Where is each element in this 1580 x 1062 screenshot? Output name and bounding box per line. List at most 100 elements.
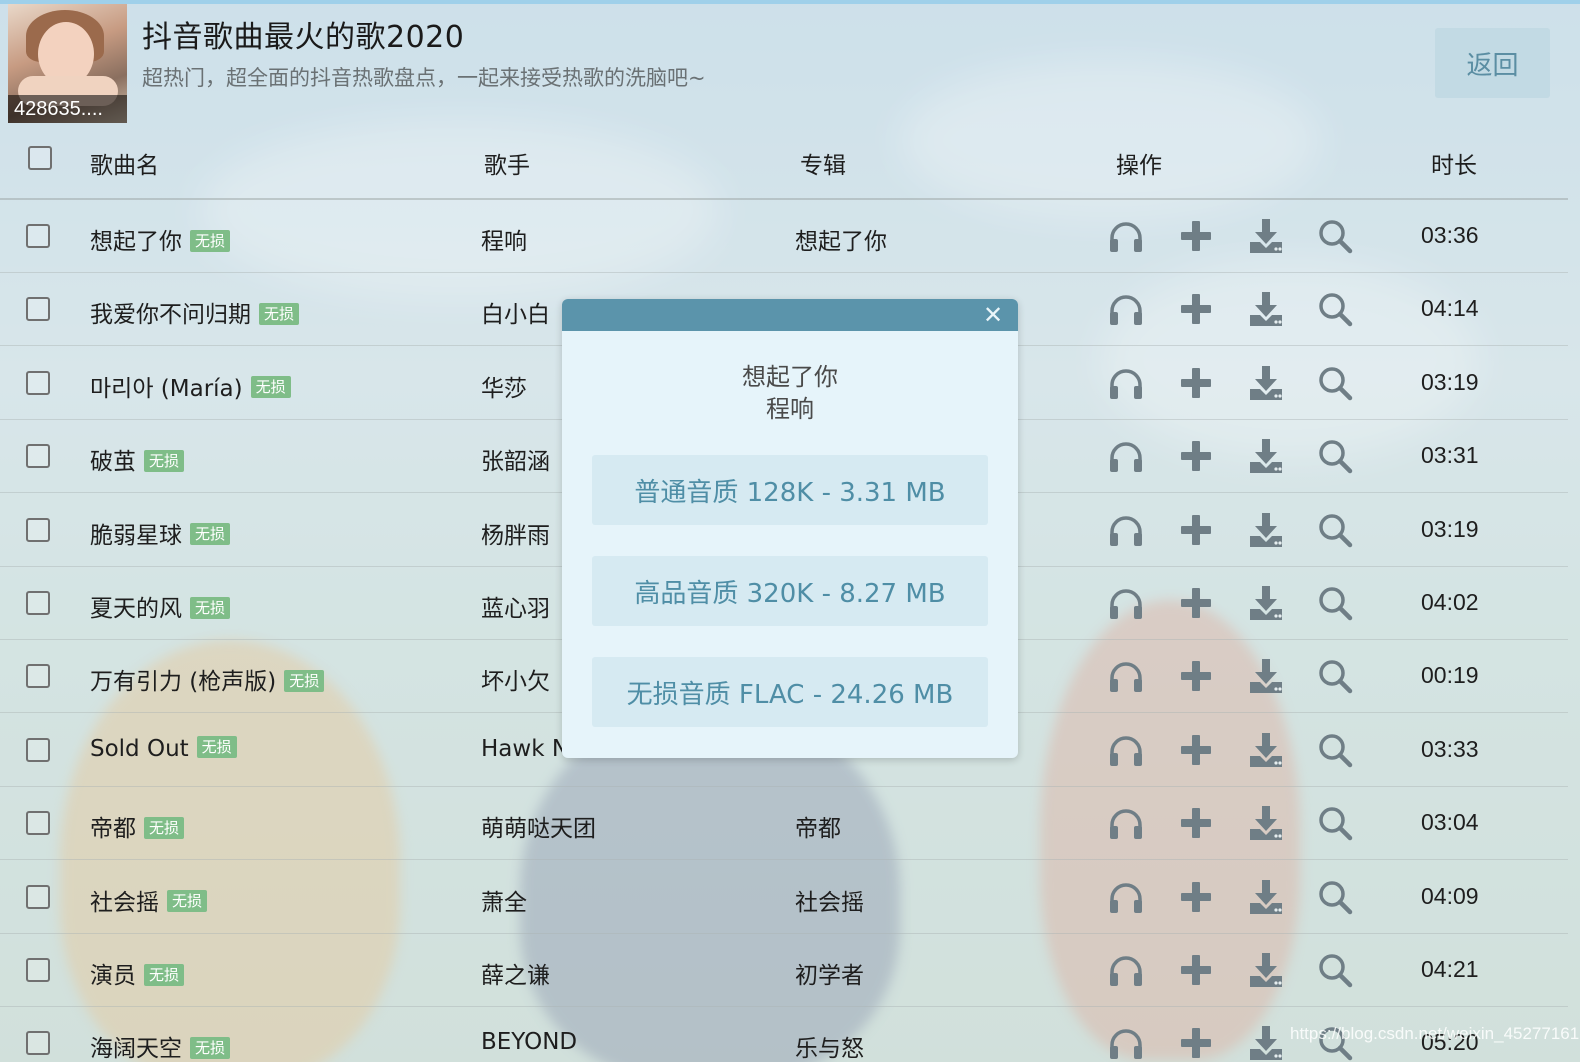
headphones-icon[interactable] bbox=[1106, 877, 1146, 917]
row-checkbox[interactable] bbox=[26, 737, 50, 762]
song-album[interactable]: 社会摇 bbox=[795, 883, 864, 917]
song-artist[interactable]: 薛之谦 bbox=[481, 956, 550, 990]
download-icon[interactable] bbox=[1246, 510, 1286, 550]
song-title[interactable]: 帝都 无损 bbox=[90, 809, 185, 843]
song-album[interactable]: 乐与怒 bbox=[795, 1029, 864, 1062]
close-icon[interactable]: ✕ bbox=[980, 301, 1006, 329]
search-icon[interactable] bbox=[1315, 436, 1355, 476]
download-icon[interactable] bbox=[1246, 1023, 1286, 1062]
plus-icon[interactable] bbox=[1176, 1023, 1216, 1062]
row-checkbox[interactable] bbox=[26, 591, 50, 615]
search-icon[interactable] bbox=[1315, 656, 1355, 696]
headphones-icon[interactable] bbox=[1106, 216, 1146, 256]
search-icon[interactable] bbox=[1315, 730, 1355, 770]
headphones-icon[interactable] bbox=[1106, 436, 1146, 476]
download-icon[interactable] bbox=[1246, 656, 1286, 696]
song-artist[interactable]: 华莎 bbox=[481, 369, 527, 403]
headphones-icon[interactable] bbox=[1106, 289, 1146, 329]
headphones-icon[interactable] bbox=[1106, 950, 1146, 990]
search-icon[interactable] bbox=[1315, 877, 1355, 917]
song-album[interactable]: 初学者 bbox=[795, 956, 864, 990]
song-title[interactable]: 演员 无损 bbox=[90, 956, 185, 990]
song-title[interactable]: 万有引力 (枪声版) 无损 bbox=[90, 662, 325, 696]
song-title[interactable]: Sold Out 无损 bbox=[90, 736, 237, 762]
song-title[interactable]: 夏天的风 无损 bbox=[90, 589, 231, 623]
song-title[interactable]: 脆弱星球 无损 bbox=[90, 516, 231, 550]
row-checkbox[interactable] bbox=[26, 224, 50, 248]
song-title[interactable]: 我爱你不问归期 无损 bbox=[90, 295, 300, 329]
row-checkbox[interactable] bbox=[26, 1031, 50, 1056]
song-artist[interactable]: Hawk N bbox=[481, 736, 569, 762]
download-icon[interactable] bbox=[1246, 803, 1286, 843]
search-icon[interactable] bbox=[1315, 583, 1355, 623]
plus-icon[interactable] bbox=[1176, 583, 1216, 623]
song-artist[interactable]: 萧全 bbox=[481, 883, 527, 917]
download-icon[interactable] bbox=[1246, 730, 1286, 770]
row-checkbox[interactable] bbox=[26, 370, 50, 395]
playlist-cover[interactable]: 428635.... bbox=[8, 4, 127, 123]
quality-option-standard[interactable]: 普通音质 128K - 3.31 MB bbox=[592, 455, 988, 525]
table-row[interactable]: 想起了你 无损 程响 想起了你 03:36 bbox=[0, 200, 1568, 273]
song-title[interactable]: 마리아 (María) 无损 bbox=[90, 369, 291, 403]
search-icon[interactable] bbox=[1315, 803, 1355, 843]
song-album[interactable]: 想起了你 bbox=[795, 222, 887, 256]
quality-option-lossless[interactable]: 无损音质 FLAC - 24.26 MB bbox=[592, 657, 988, 727]
plus-icon[interactable] bbox=[1176, 216, 1216, 256]
song-artist[interactable]: 杨胖雨 bbox=[481, 516, 550, 550]
row-checkbox[interactable] bbox=[26, 958, 50, 982]
search-icon[interactable] bbox=[1315, 950, 1355, 990]
row-checkbox[interactable] bbox=[26, 517, 50, 542]
plus-icon[interactable] bbox=[1176, 510, 1216, 550]
search-icon[interactable] bbox=[1315, 510, 1355, 550]
plus-icon[interactable] bbox=[1176, 730, 1216, 770]
quality-option-high[interactable]: 高品音质 320K - 8.27 MB bbox=[592, 556, 988, 626]
row-checkbox[interactable] bbox=[26, 444, 50, 469]
plus-icon[interactable] bbox=[1176, 803, 1216, 843]
table-row[interactable]: 帝都 无损 萌萌哒天团 帝都 03:04 bbox=[0, 787, 1568, 861]
download-icon[interactable] bbox=[1246, 877, 1286, 917]
search-icon[interactable] bbox=[1315, 216, 1355, 256]
search-icon[interactable] bbox=[1315, 363, 1355, 403]
row-checkbox[interactable] bbox=[26, 884, 50, 909]
headphones-icon[interactable] bbox=[1106, 656, 1146, 696]
search-icon[interactable] bbox=[1315, 289, 1355, 329]
song-artist[interactable]: 白小白 bbox=[481, 295, 550, 329]
download-icon[interactable] bbox=[1246, 363, 1286, 403]
song-title[interactable]: 社会摇 无损 bbox=[90, 883, 208, 917]
headphones-icon[interactable] bbox=[1106, 363, 1146, 403]
song-artist[interactable]: 张韶涵 bbox=[481, 442, 550, 476]
plus-icon[interactable] bbox=[1176, 950, 1216, 990]
headphones-icon[interactable] bbox=[1106, 803, 1146, 843]
plus-icon[interactable] bbox=[1176, 656, 1216, 696]
song-title[interactable]: 破茧 无损 bbox=[90, 442, 185, 476]
download-icon[interactable] bbox=[1246, 436, 1286, 476]
headphones-icon[interactable] bbox=[1106, 730, 1146, 770]
song-artist[interactable]: 萌萌哒天团 bbox=[481, 809, 596, 843]
download-icon[interactable] bbox=[1246, 583, 1286, 623]
download-icon[interactable] bbox=[1246, 950, 1286, 990]
plus-icon[interactable] bbox=[1176, 877, 1216, 917]
table-row[interactable]: 演员 无损 薛之谦 初学者 04:21 bbox=[0, 934, 1568, 1007]
headphones-icon[interactable] bbox=[1106, 510, 1146, 550]
song-artist[interactable]: BEYOND bbox=[481, 1029, 577, 1055]
row-actions bbox=[1106, 583, 1366, 623]
song-album[interactable]: 帝都 bbox=[795, 809, 841, 843]
headphones-icon[interactable] bbox=[1106, 583, 1146, 623]
plus-icon[interactable] bbox=[1176, 436, 1216, 476]
download-icon[interactable] bbox=[1246, 289, 1286, 329]
back-button[interactable]: 返回 bbox=[1435, 28, 1550, 98]
download-icon[interactable] bbox=[1246, 216, 1286, 256]
row-checkbox[interactable] bbox=[26, 297, 50, 322]
headphones-icon[interactable] bbox=[1106, 1023, 1146, 1062]
select-all-checkbox[interactable] bbox=[28, 146, 52, 170]
song-artist[interactable]: 蓝心羽 bbox=[481, 589, 550, 623]
row-checkbox[interactable] bbox=[26, 664, 50, 689]
row-checkbox[interactable] bbox=[26, 811, 50, 836]
song-artist[interactable]: 坏小欠 bbox=[481, 662, 550, 696]
table-row[interactable]: 社会摇 无损 萧全 社会摇 04:09 bbox=[0, 861, 1568, 934]
song-artist[interactable]: 程响 bbox=[481, 222, 527, 256]
plus-icon[interactable] bbox=[1176, 363, 1216, 403]
song-title[interactable]: 海阔天空 无损 bbox=[90, 1029, 231, 1062]
song-title[interactable]: 想起了你 无损 bbox=[90, 222, 231, 256]
plus-icon[interactable] bbox=[1176, 289, 1216, 329]
